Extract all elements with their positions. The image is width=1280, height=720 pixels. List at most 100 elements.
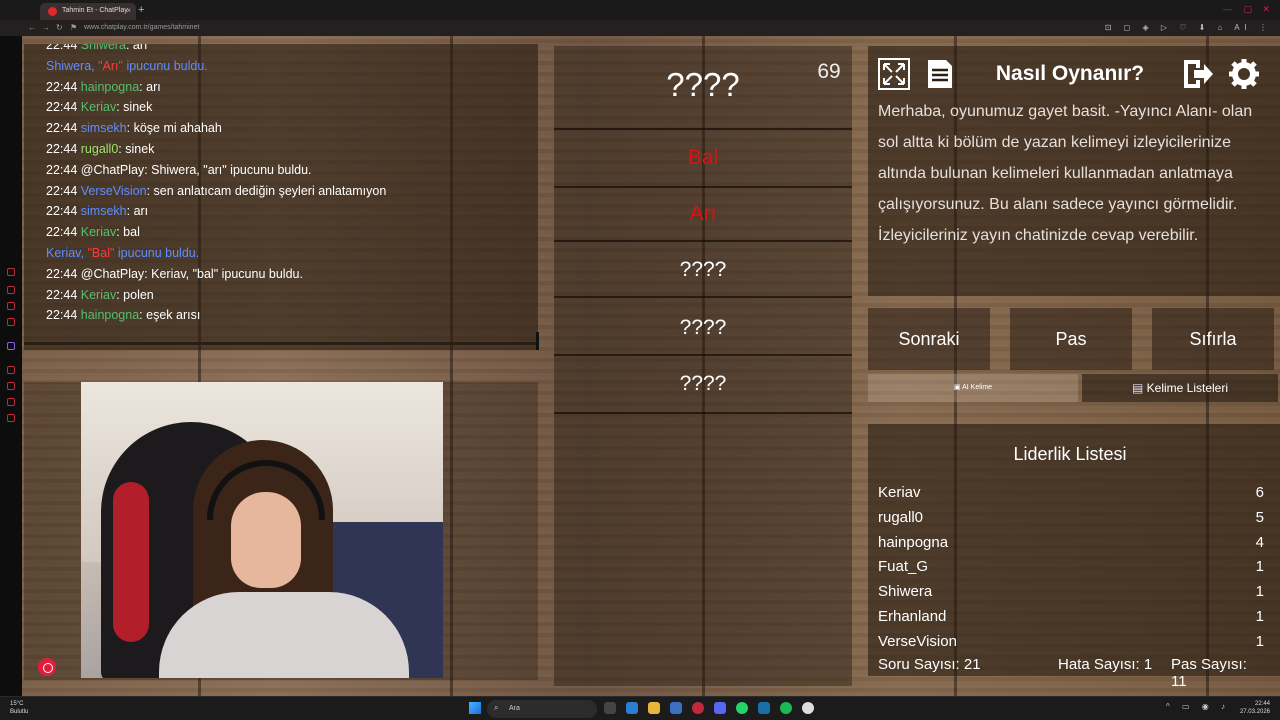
discord-icon[interactable] — [714, 702, 726, 714]
sidebar-icon[interactable] — [7, 382, 15, 390]
error-count: Hata Sayısı: 1 — [1058, 656, 1153, 673]
chat-username[interactable]: rugall0 — [81, 142, 119, 156]
fullscreen-icon[interactable] — [878, 58, 910, 90]
chat-username[interactable]: Keriav — [81, 225, 116, 239]
chat-message: 22:44 Shiwera: arı — [46, 44, 147, 52]
logout-icon[interactable] — [1182, 58, 1214, 90]
edge-icon[interactable] — [626, 702, 638, 714]
sidebar-icon[interactable] — [7, 286, 15, 294]
chat-username[interactable]: simsekh — [81, 204, 127, 218]
sidebar-icon[interactable] — [7, 318, 15, 326]
weather-temp: 15°C — [10, 701, 24, 707]
ai-word-button[interactable]: ▣ AI Kelime — [868, 374, 1078, 402]
minimize-button[interactable]: — — [1223, 4, 1232, 14]
opera-icon[interactable] — [692, 702, 704, 714]
next-button[interactable]: Sonraki — [868, 308, 990, 370]
chat-text: eşek arısı — [142, 308, 201, 323]
chat-time: 22:44 — [46, 204, 78, 219]
chat-username[interactable]: @ChatPlay — [81, 163, 144, 177]
extension-icons[interactable]: ⊡ ◻ ◈ ▷ ♡ ⬇ ⌂ AI ⋮ — [1105, 23, 1272, 32]
forward-icon[interactable]: → — [42, 23, 50, 32]
sidebar-icon[interactable] — [7, 302, 15, 310]
browser-sidebar — [0, 36, 22, 696]
chat-time: 22:44 — [46, 100, 78, 115]
chat-text: köşe mi ahahah — [130, 121, 222, 136]
hint-word: ???? — [679, 372, 727, 395]
taskbar-clock[interactable]: 22:44 27.03.2026 — [1240, 700, 1270, 716]
chat-username[interactable]: Shiwera — [81, 44, 126, 52]
chat-message: 22:44 hainpogna: eşek arısı — [46, 308, 200, 322]
record-icon[interactable] — [38, 658, 56, 676]
chat-username[interactable]: @ChatPlay — [81, 267, 144, 281]
player-score: 5 — [1255, 508, 1264, 526]
chat-username[interactable]: simsekh — [81, 121, 127, 135]
clock-date: 27.03.2026 — [1239, 709, 1270, 715]
hint-word: ???? — [679, 258, 727, 281]
chat-text: Shiwera, "arı" ipucunu buldu. — [147, 162, 312, 177]
how-to-section: Nasıl Oynanır? Merhaba, oyunumuz gayet b… — [868, 46, 1280, 296]
spotify-icon[interactable] — [780, 702, 792, 714]
reset-button[interactable]: Sıfırla — [1152, 308, 1274, 370]
pass-button[interactable]: Pas — [1010, 308, 1132, 370]
twitch-icon[interactable] — [7, 342, 15, 350]
leaderboard-row: rugall0 5 — [878, 509, 1264, 526]
notepad-icon: ▤ — [1131, 381, 1147, 395]
chat-time: 22:44 — [46, 121, 78, 136]
game-page: 22:44 Shiwera: arı Shiwera, "Arı" ipucunu… — [22, 36, 1280, 696]
tab-close-icon[interactable]: × — [126, 6, 131, 15]
task-view-icon[interactable] — [604, 702, 616, 714]
new-tab-button[interactable]: + — [138, 4, 144, 16]
maximize-button[interactable]: ▢ — [1243, 4, 1252, 15]
settings-gear-icon[interactable] — [1228, 58, 1260, 90]
chat-username[interactable]: VerseVision — [81, 184, 147, 198]
chat-username[interactable]: Keriav — [81, 100, 116, 114]
system-tray[interactable]: ^ ▭ ◉ ♪ — [1166, 702, 1230, 711]
player-score: 1 — [1255, 608, 1264, 625]
weather-desc: Bulutlu — [10, 709, 29, 715]
leaderboard-row: Fuat_G 1 — [878, 558, 1264, 575]
player-score: 1 — [1255, 583, 1264, 601]
chat-scrollbar[interactable] — [536, 332, 539, 350]
lock-icon: ⚑ — [70, 23, 78, 32]
chat-username: Shiwera, — [46, 58, 95, 73]
chat-message: 22:44 simsekh: köşe mi ahahah — [46, 121, 222, 135]
word-lists-button[interactable]: ▤ Kelime Listeleri — [1082, 374, 1278, 402]
chat-log: 22:44 Shiwera: arı Shiwera, "Arı" ipucunu… — [24, 44, 538, 346]
found-hint: "Arı" — [98, 58, 123, 73]
chat-time: 22:44 — [46, 44, 78, 52]
chat-time: 22:44 — [46, 266, 78, 281]
weather-widget[interactable]: 15°C Bulutlu — [10, 700, 28, 716]
tab-title: Tahmin Et - ChatPlay — [62, 7, 128, 14]
player-score: 1 — [1255, 558, 1264, 576]
sidebar-icon[interactable] — [7, 398, 15, 406]
windows-start-icon[interactable] — [469, 702, 481, 714]
url-field[interactable]: www.chatplay.com.tr/games/tahminet — [84, 24, 199, 31]
chat-username[interactable]: hainpogna — [81, 80, 139, 94]
sidebar-icon[interactable] — [7, 414, 15, 422]
close-window-button[interactable]: ✕ — [1262, 4, 1270, 15]
player-name: Fuat_G — [878, 558, 929, 576]
chat-username[interactable]: hainpogna — [81, 308, 139, 322]
browser-tab[interactable]: Tahmin Et - ChatPlay × — [40, 3, 136, 20]
document-icon[interactable] — [924, 58, 956, 90]
app-icon[interactable] — [802, 702, 814, 714]
chat-time: 22:44 — [46, 287, 78, 302]
reload-icon[interactable]: ↻ — [56, 23, 63, 32]
sidebar-icon[interactable] — [7, 268, 15, 276]
found-hint: "Bal" — [87, 246, 115, 260]
word-divider — [554, 296, 852, 298]
clock-time: 22:44 — [1254, 701, 1270, 707]
word-divider — [554, 128, 852, 130]
word-divider — [554, 240, 852, 242]
search-icon: ⌕ — [494, 703, 499, 712]
whatsapp-icon[interactable] — [736, 702, 748, 714]
chat-username[interactable]: Keriav — [81, 288, 116, 302]
file-explorer-icon[interactable] — [648, 702, 660, 714]
player-name: rugall0 — [878, 508, 924, 526]
taskbar-search[interactable]: ⌕ Ara — [487, 700, 597, 718]
chat-message: 22:44 simsekh: arı — [46, 204, 148, 218]
back-icon[interactable]: ← — [28, 23, 36, 32]
store-icon[interactable] — [670, 702, 682, 714]
sidebar-icon[interactable] — [7, 366, 15, 374]
steam-icon[interactable] — [758, 702, 770, 714]
